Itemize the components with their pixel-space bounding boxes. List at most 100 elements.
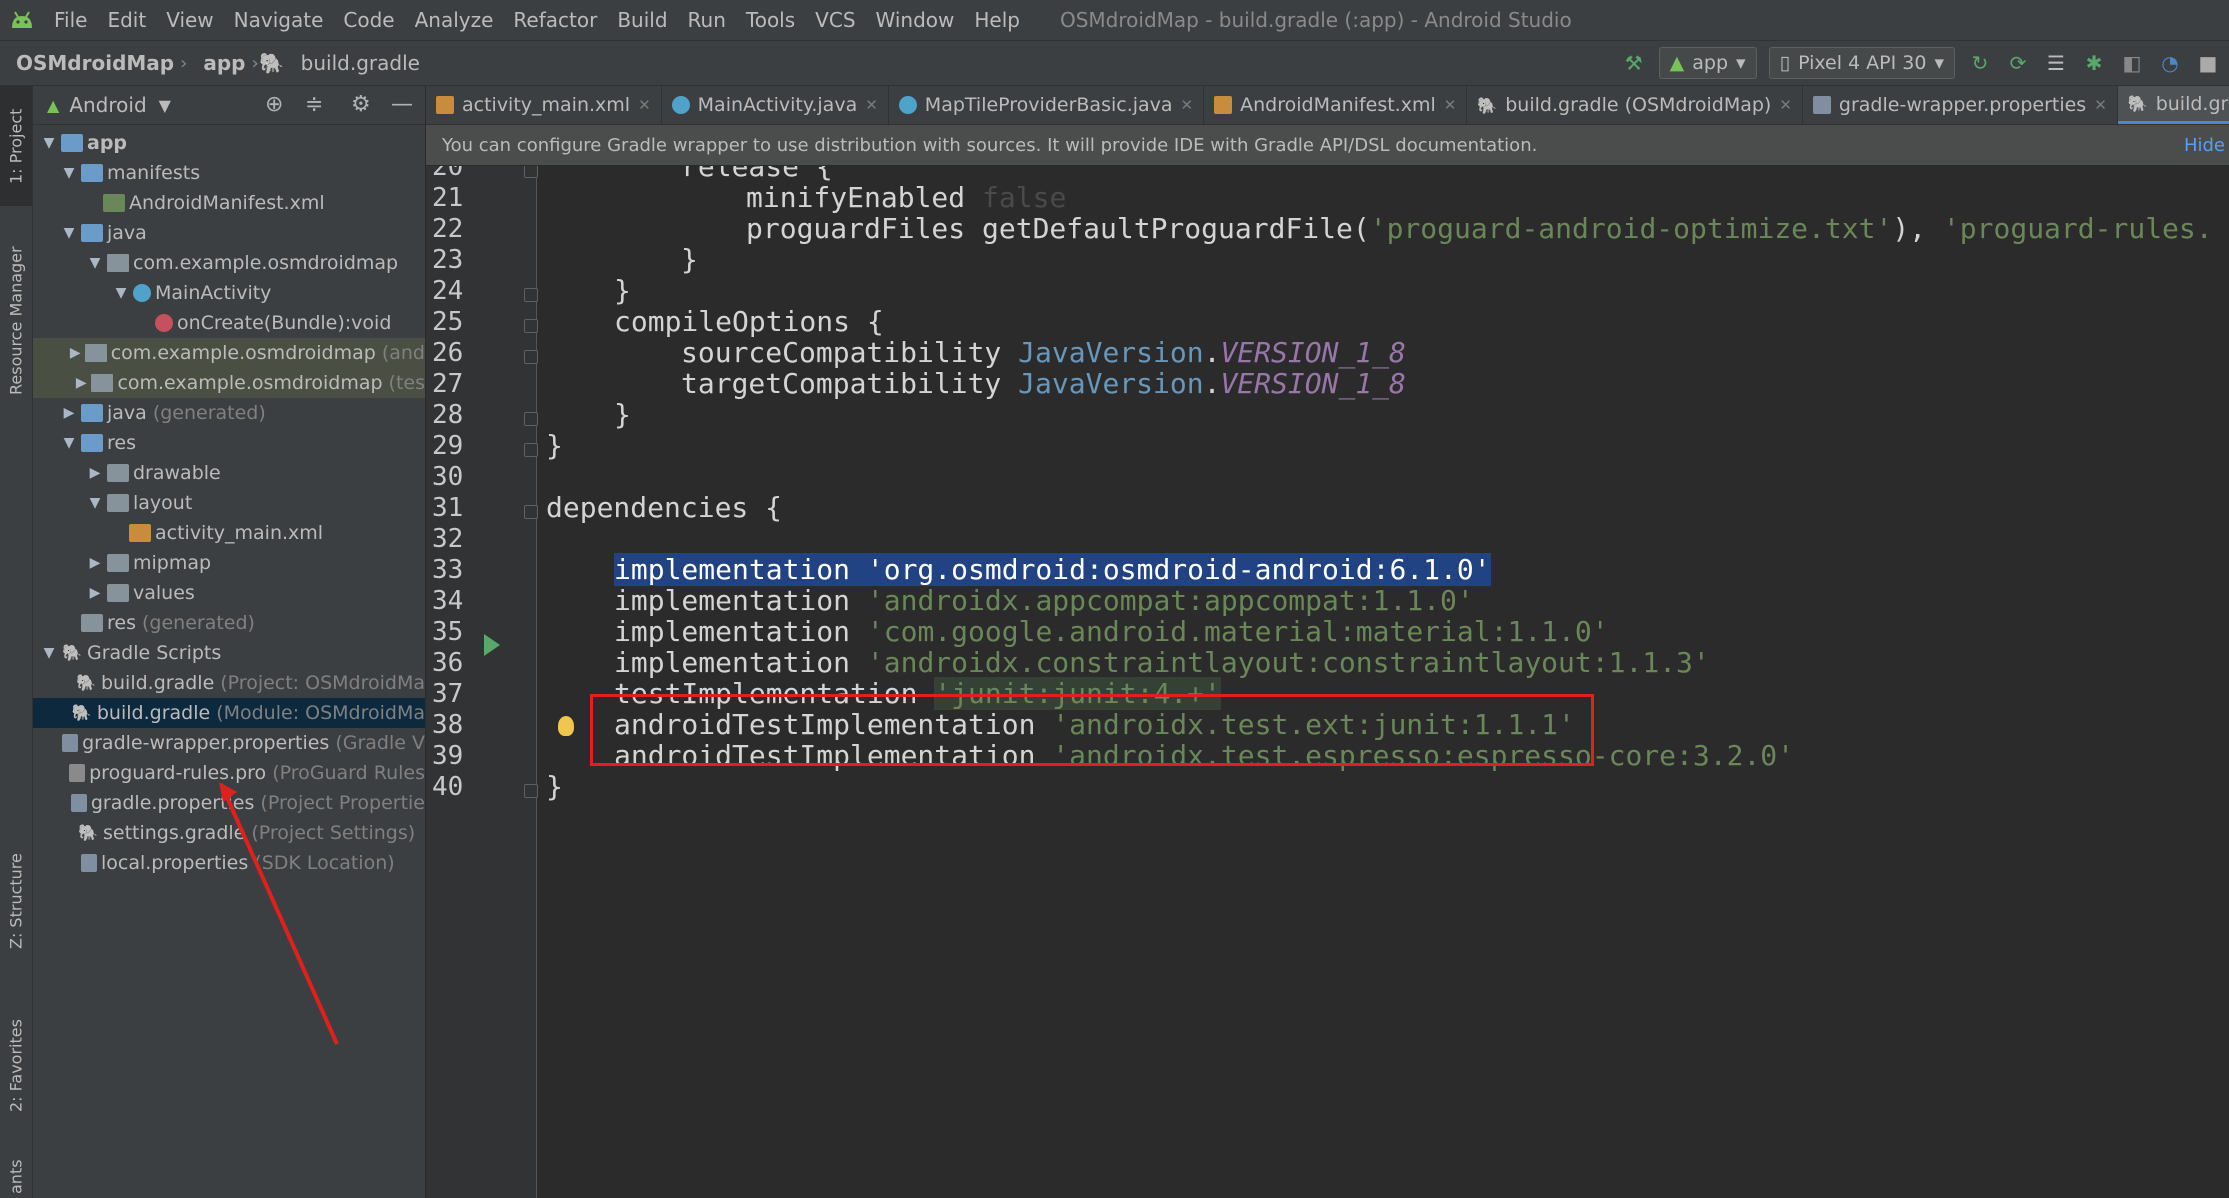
tree-item-java-generated[interactable]: ▶ java (generated) <box>33 398 425 428</box>
apply-changes-icon[interactable]: ⟳ <box>2005 50 2031 76</box>
expand-arrow-icon[interactable]: ▼ <box>113 285 129 301</box>
expand-arrow-icon[interactable]: ▶ <box>70 345 81 361</box>
fold-marker-icon[interactable] <box>524 350 538 364</box>
code-line-21: minifyEnabled false <box>746 181 1066 214</box>
menu-analyze[interactable]: Analyze <box>405 8 504 32</box>
fold-marker-icon[interactable] <box>524 443 538 457</box>
debug-icon[interactable]: ✱ <box>2081 50 2107 76</box>
tree-item-gradle-scripts[interactable]: ▼ 🐘 Gradle Scripts <box>33 638 425 668</box>
project-view-select[interactable]: Android <box>69 93 146 117</box>
expand-arrow-icon[interactable]: ▶ <box>61 405 77 421</box>
tree-item-build-gradle-module[interactable]: 🐘 build.gradle (Module: OSMdroidMa <box>33 698 425 728</box>
tab-activity-main-xml[interactable]: activity_main.xml ✕ <box>426 86 662 124</box>
tree-item-java[interactable]: ▼ java <box>33 218 425 248</box>
code-editor[interactable]: 20 21 22 23 24 25 26 27 28 29 30 31 32 3… <box>426 166 2229 1198</box>
tree-item-package[interactable]: ▼ com.example.osmdroidmap <box>33 248 425 278</box>
expand-arrow-icon[interactable]: ▶ <box>87 585 103 601</box>
fold-marker-icon[interactable] <box>524 505 538 519</box>
menu-edit[interactable]: Edit <box>97 8 156 32</box>
tab-label: gradle-wrapper.properties <box>1838 94 2087 116</box>
expand-arrow-icon[interactable]: ▶ <box>87 465 103 481</box>
tab-build-gradle-project[interactable]: 🐘 build.gradle (OSMdroidMap) ✕ <box>1467 86 1803 124</box>
fold-marker-icon[interactable] <box>524 288 538 302</box>
breadcrumb-project[interactable]: OSMdroidMap <box>0 51 180 75</box>
collapse-all-icon[interactable]: ≑ <box>305 92 323 117</box>
hammer-icon[interactable]: ⚒ <box>1621 50 1647 76</box>
tool-tab-structure[interactable]: Z: Structure <box>0 846 32 956</box>
gear-icon[interactable]: ⚙ <box>351 92 371 117</box>
tree-item-mipmap[interactable]: ▶ mipmap <box>33 548 425 578</box>
menu-file[interactable]: File <box>44 8 97 32</box>
tab-androidmanifest-xml[interactable]: AndroidManifest.xml ✕ <box>1204 86 1468 124</box>
menu-tools[interactable]: Tools <box>736 8 805 32</box>
close-icon[interactable]: ✕ <box>2094 96 2107 114</box>
expand-arrow-icon[interactable]: ▼ <box>87 495 103 511</box>
tab-build-gradle-app[interactable]: 🐘 build.gradle (:a <box>2117 86 2229 124</box>
tree-item-app[interactable]: ▼ app <box>33 128 425 158</box>
tool-tab-ants[interactable]: ants <box>0 1156 32 1198</box>
tree-item-mainactivity[interactable]: ▼ MainActivity <box>33 278 425 308</box>
tool-tab-favorites[interactable]: 2: Favorites <box>0 1006 32 1126</box>
lightbulb-icon[interactable] <box>558 716 574 736</box>
minimize-icon[interactable]: — <box>391 92 413 117</box>
close-icon[interactable]: ✕ <box>638 96 651 114</box>
tree-item-res-generated[interactable]: res (generated) <box>33 608 425 638</box>
stop-icon[interactable]: ■ <box>2195 50 2221 76</box>
rerun-icon[interactable]: ↻ <box>1967 50 1993 76</box>
fold-marker-icon[interactable] <box>524 784 538 798</box>
menu-view[interactable]: View <box>156 8 223 32</box>
run-gutter-icon[interactable] <box>484 634 500 656</box>
tree-item-gradle-wrapper-properties[interactable]: gradle-wrapper.properties (Gradle V <box>33 728 425 758</box>
menu-window[interactable]: Window <box>866 8 965 32</box>
logcat-icon[interactable]: ☰ <box>2043 50 2069 76</box>
close-icon[interactable]: ✕ <box>865 96 878 114</box>
profiler-icon[interactable]: ◔ <box>2157 50 2183 76</box>
tree-item-manifests[interactable]: ▼ manifests <box>33 158 425 188</box>
tree-item-package-test[interactable]: ▶ com.example.osmdroidmap (tes <box>33 368 425 398</box>
expand-arrow-icon[interactable]: ▼ <box>61 165 77 181</box>
tree-item-build-gradle-project[interactable]: 🐘 build.gradle (Project: OSMdroidMa <box>33 668 425 698</box>
device-label: Pixel 4 API 30 <box>1798 52 1927 74</box>
expand-arrow-icon[interactable]: ▼ <box>41 135 57 151</box>
run-config-select[interactable]: ▲ app ▾ <box>1658 47 1757 79</box>
chevron-down-icon[interactable]: ▼ <box>159 96 171 115</box>
close-icon[interactable]: ✕ <box>1779 96 1792 114</box>
expand-arrow-icon[interactable]: ▼ <box>61 225 77 241</box>
menu-run[interactable]: Run <box>678 8 736 32</box>
menu-vcs[interactable]: VCS <box>805 8 865 32</box>
menu-build[interactable]: Build <box>607 8 677 32</box>
expand-arrow-icon[interactable]: ▶ <box>87 555 103 571</box>
tree-item-res[interactable]: ▼ res <box>33 428 425 458</box>
tree-item-activity-main-xml[interactable]: activity_main.xml <box>33 518 425 548</box>
tab-maptileproviderbasic-java[interactable]: MapTileProviderBasic.java ✕ <box>889 86 1205 124</box>
tree-item-layout[interactable]: ▼ layout <box>33 488 425 518</box>
expand-arrow-icon[interactable]: ▼ <box>41 645 57 661</box>
banner-hide-link[interactable]: Hide <box>2184 135 2225 156</box>
attach-debugger-icon[interactable]: ◧ <box>2119 50 2145 76</box>
tree-item-values[interactable]: ▶ values <box>33 578 425 608</box>
menu-navigate[interactable]: Navigate <box>224 8 334 32</box>
breadcrumb-file[interactable]: build.gradle <box>285 51 426 75</box>
close-icon[interactable]: ✕ <box>1444 96 1457 114</box>
tree-item-androidmanifest[interactable]: AndroidManifest.xml <box>33 188 425 218</box>
tree-item-oncreate[interactable]: onCreate(Bundle):void <box>33 308 425 338</box>
expand-arrow-icon[interactable]: ▶ <box>75 375 87 391</box>
tab-mainactivity-java[interactable]: MainActivity.java ✕ <box>662 86 889 124</box>
tree-item-package-androidtest[interactable]: ▶ com.example.osmdroidmap (and <box>33 338 425 368</box>
menu-refactor[interactable]: Refactor <box>503 8 607 32</box>
fold-marker-icon[interactable] <box>524 412 538 426</box>
locate-icon[interactable]: ⊕ <box>265 92 283 117</box>
breadcrumb-module[interactable]: app <box>187 51 251 75</box>
menu-help[interactable]: Help <box>964 8 1030 32</box>
tool-tab-project[interactable]: 1: Project <box>0 86 32 206</box>
tab-gradle-wrapper-properties[interactable]: gradle-wrapper.properties ✕ <box>1803 86 2118 124</box>
menu-code[interactable]: Code <box>333 8 404 32</box>
tool-tab-resource-manager[interactable]: Resource Manager <box>0 236 32 406</box>
fold-marker-icon[interactable] <box>524 319 538 333</box>
expand-arrow-icon[interactable]: ▼ <box>61 435 77 451</box>
device-select[interactable]: ▯ Pixel 4 API 30 ▾ <box>1768 47 1955 79</box>
expand-arrow-icon[interactable]: ▼ <box>87 255 103 271</box>
close-icon[interactable]: ✕ <box>1181 96 1194 114</box>
tree-item-drawable[interactable]: ▶ drawable <box>33 458 425 488</box>
fold-marker-icon[interactable] <box>524 166 538 178</box>
